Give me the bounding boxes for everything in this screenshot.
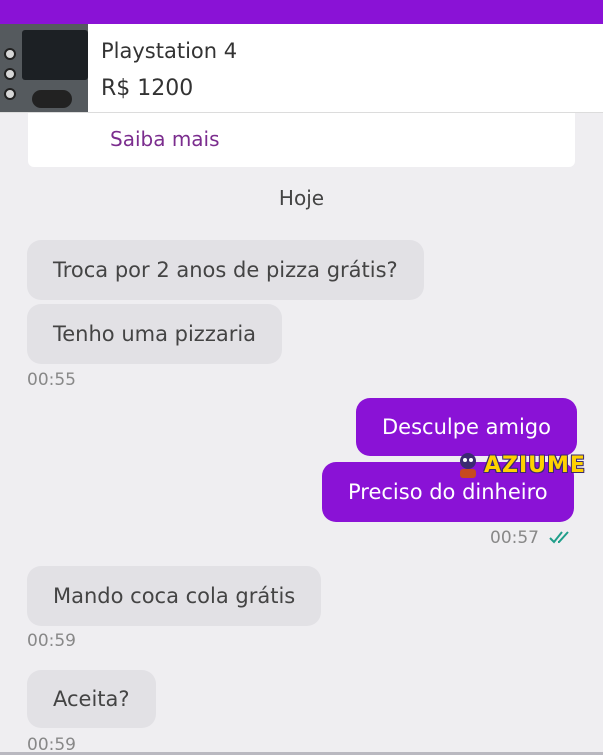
date-divider: Hoje xyxy=(278,186,325,210)
thumb-detail xyxy=(4,48,16,60)
message-time: 00:59 xyxy=(27,631,76,651)
product-price: R$ 1200 xyxy=(101,76,194,101)
app-top-bar xyxy=(0,0,603,24)
message-time: 00:57 xyxy=(490,528,539,548)
watermark-text: AZIUME xyxy=(484,452,586,478)
mascot-icon xyxy=(460,453,476,478)
console-image xyxy=(22,30,88,80)
message-bubble-incoming[interactable]: Aceita? xyxy=(27,670,156,728)
message-text: Tenho uma pizzaria xyxy=(53,322,257,346)
product-info-card: Saiba mais xyxy=(28,113,575,167)
message-text: Mando coca cola grátis xyxy=(53,584,296,608)
controller-image xyxy=(32,90,72,108)
message-time: 00:55 xyxy=(27,370,76,390)
saiba-mais-link[interactable]: Saiba mais xyxy=(110,127,220,151)
product-card[interactable]: Playstation 4 R$ 1200 xyxy=(0,24,603,113)
message-text: Troca por 2 anos de pizza grátis? xyxy=(53,258,398,282)
product-name: Playstation 4 xyxy=(101,39,238,63)
message-text: Desculpe amigo xyxy=(382,415,551,439)
message-text: Aceita? xyxy=(53,687,130,711)
watermark: AZIUME xyxy=(454,449,586,481)
message-bubble-outgoing[interactable]: Desculpe amigo xyxy=(356,398,577,456)
double-check-icon xyxy=(549,531,569,544)
thumb-detail xyxy=(4,88,16,100)
message-bubble-incoming[interactable]: Tenho uma pizzaria xyxy=(27,304,283,364)
message-text: Preciso do dinheiro xyxy=(348,480,548,504)
product-thumbnail[interactable] xyxy=(0,24,88,112)
message-bubble-incoming[interactable]: Mando coca cola grátis xyxy=(27,566,322,626)
message-bubble-incoming[interactable]: Troca por 2 anos de pizza grátis? xyxy=(27,240,424,300)
thumb-detail xyxy=(4,68,16,80)
